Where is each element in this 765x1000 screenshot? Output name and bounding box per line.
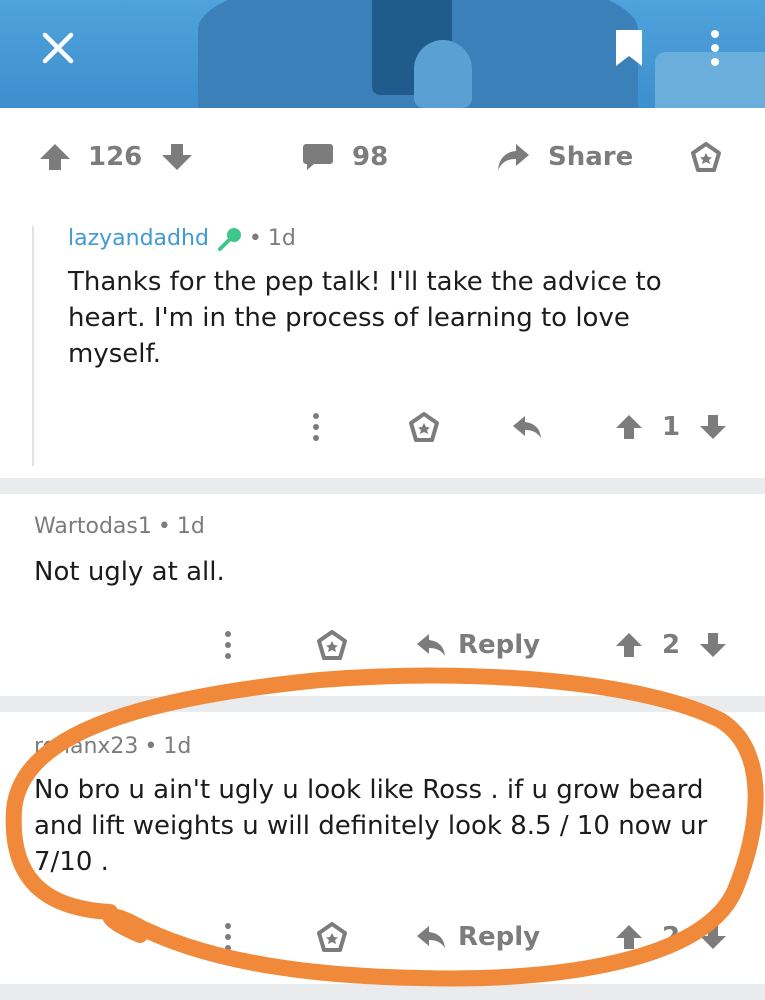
comment-score: 2 — [662, 630, 681, 660]
more-vertical-icon — [313, 413, 319, 441]
comment-item: lazyandadhd • 1d Thanks for the pep talk… — [0, 206, 765, 478]
downvote-arrow-icon — [700, 415, 726, 439]
comment-award-button[interactable] — [408, 402, 440, 452]
comment-actions: Reply 2 — [0, 912, 765, 962]
downvote-arrow-icon — [162, 144, 192, 170]
award-icon — [317, 922, 347, 952]
comment-divider — [0, 696, 765, 712]
comment-divider — [0, 984, 765, 1000]
comment-score: 2 — [662, 922, 681, 952]
comment-divider — [0, 478, 765, 494]
comment-meta: lazyandadhd • 1d — [68, 226, 296, 251]
meta-separator: • — [144, 734, 158, 759]
meta-separator: • — [157, 514, 171, 539]
comment-award-button[interactable] — [316, 620, 348, 670]
comment-meta: rohanx23 • 1d — [34, 734, 191, 759]
more-vertical-icon — [711, 30, 719, 66]
comment-downvote-button[interactable] — [698, 402, 728, 452]
downvote-button[interactable] — [160, 108, 194, 206]
upvote-arrow-icon — [616, 633, 642, 657]
award-icon — [317, 630, 347, 660]
comment-reply-button[interactable]: Reply — [416, 620, 540, 670]
comment-downvote-button[interactable] — [698, 620, 728, 670]
comment-actions: 1 — [0, 402, 765, 452]
post-action-bar: 126 98 Share — [0, 108, 765, 207]
comment-reply-button[interactable] — [512, 402, 542, 452]
comment-downvote-button[interactable] — [698, 912, 728, 962]
comment-actions: Reply 2 — [0, 620, 765, 670]
microphone-icon — [217, 227, 241, 251]
comment-reply-button[interactable]: Reply — [416, 912, 540, 962]
comment-body: No bro u ain't ugly u look like Ross . i… — [34, 775, 708, 877]
award-icon — [691, 142, 721, 172]
downvote-arrow-icon — [700, 633, 726, 657]
post-score: 126 — [88, 142, 143, 172]
comments-count-button[interactable]: 98 — [302, 108, 388, 206]
comment-author[interactable]: lazyandadhd — [68, 226, 209, 251]
comments-count: 98 — [352, 142, 389, 172]
post-image-header[interactable] — [0, 0, 765, 108]
comment-upvote-button[interactable] — [614, 620, 644, 670]
comment-bubble-icon — [303, 144, 333, 170]
comment-upvote-button[interactable] — [614, 912, 644, 962]
share-arrow-icon — [498, 144, 529, 170]
reply-arrow-icon — [417, 634, 445, 656]
comment-more-button[interactable] — [224, 620, 232, 670]
share-button[interactable]: Share — [496, 108, 633, 206]
comment-author[interactable]: rohanx23 — [34, 734, 138, 759]
more-vertical-icon — [225, 923, 231, 951]
downvote-arrow-icon — [700, 925, 726, 949]
comment-score: 1 — [662, 412, 681, 442]
close-icon — [42, 32, 74, 64]
comment-upvote-button[interactable] — [614, 402, 644, 452]
meta-separator: • — [248, 226, 262, 251]
comment-body: Not ugly at all. — [34, 557, 225, 587]
share-label: Share — [548, 142, 634, 172]
comment-age: 1d — [267, 226, 296, 251]
award-button[interactable] — [690, 108, 722, 206]
reply-arrow-icon — [417, 926, 445, 948]
comment-meta: Wartodas1 • 1d — [34, 514, 205, 539]
more-options-button[interactable] — [690, 20, 740, 76]
upvote-button[interactable] — [38, 108, 72, 206]
comment-age: 1d — [176, 514, 205, 539]
comment-more-button[interactable] — [312, 402, 320, 452]
comment-award-button[interactable] — [316, 912, 348, 962]
bookmark-button[interactable] — [604, 20, 654, 76]
comment-more-button[interactable] — [224, 912, 232, 962]
close-button[interactable] — [30, 20, 86, 76]
bookmark-icon — [616, 30, 642, 66]
more-vertical-icon — [225, 631, 231, 659]
reply-label: Reply — [458, 922, 541, 952]
post-image-hand — [414, 40, 472, 108]
award-icon — [409, 412, 439, 442]
comment-author[interactable]: Wartodas1 — [34, 514, 152, 539]
comment-body: Thanks for the pep talk! I'll take the a… — [68, 267, 662, 369]
reply-arrow-icon — [513, 416, 541, 438]
comment-age: 1d — [163, 734, 192, 759]
upvote-arrow-icon — [616, 925, 642, 949]
comment-item: Wartodas1 • 1d Not ugly at all. Reply 2 — [0, 494, 765, 696]
upvote-arrow-icon — [40, 144, 70, 170]
upvote-arrow-icon — [616, 415, 642, 439]
reply-label: Reply — [458, 630, 541, 660]
comment-item: rohanx23 • 1d No bro u ain't ugly u look… — [0, 712, 765, 984]
